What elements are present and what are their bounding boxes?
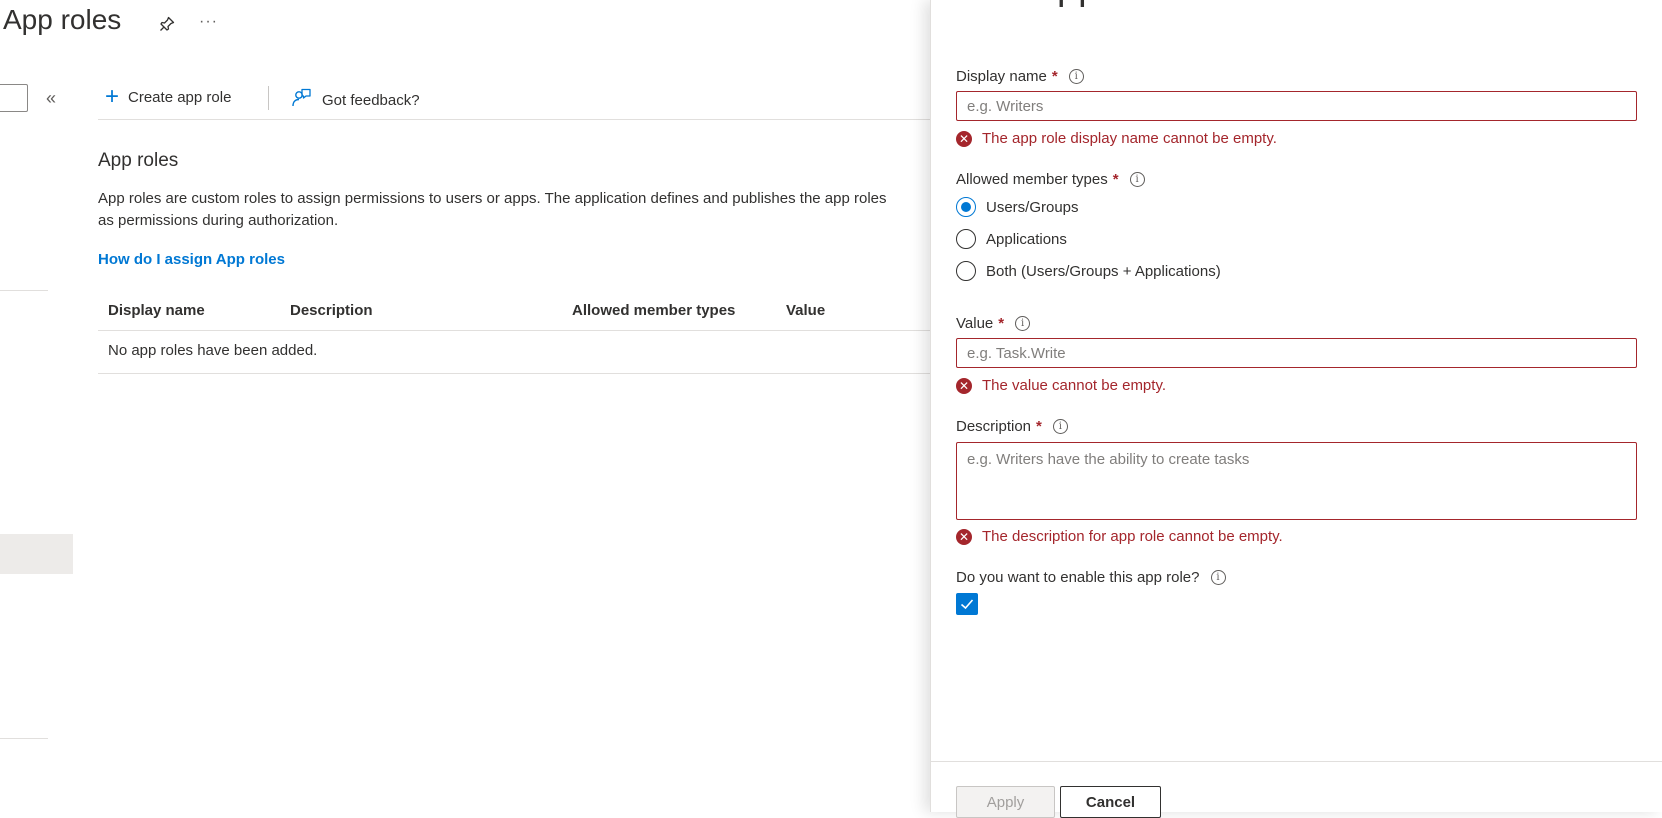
display-name-label-text: Display name — [956, 68, 1047, 85]
info-icon[interactable]: i — [1052, 419, 1068, 434]
description-textarea[interactable] — [956, 442, 1637, 520]
required-marker: * — [1051, 68, 1058, 85]
info-icon[interactable]: i — [1068, 69, 1084, 84]
column-header-value[interactable]: Value — [786, 302, 825, 319]
section-title: App roles — [98, 150, 179, 171]
column-header-display-name[interactable]: Display name — [108, 302, 205, 319]
value-label-text: Value — [956, 315, 994, 332]
footer-divider — [931, 761, 1662, 762]
section-description: App roles are custom roles to assign per… — [98, 188, 930, 232]
error-icon: ✕ — [956, 528, 972, 545]
radio-label: Users/Groups — [986, 198, 1079, 216]
create-app-role-label: Create app role — [128, 88, 232, 106]
command-bar-divider — [98, 119, 930, 120]
required-marker: * — [998, 315, 1005, 332]
value-error-text: The value cannot be empty. — [982, 377, 1166, 394]
display-name-error-text: The app role display name cannot be empt… — [982, 130, 1277, 147]
description-error: ✕ The description for app role cannot be… — [956, 528, 1283, 545]
radio-users-groups[interactable]: Users/Groups — [956, 197, 1079, 217]
required-marker: * — [1036, 418, 1042, 435]
display-name-error: ✕ The app role display name cannot be em… — [956, 130, 1277, 147]
plus-icon: + — [105, 83, 120, 110]
command-divider — [268, 86, 269, 110]
feedback-label: Got feedback? — [322, 91, 420, 109]
create-app-role-button[interactable]: + Create app role — [105, 83, 232, 110]
feedback-icon — [290, 87, 312, 113]
column-header-description[interactable]: Description — [290, 302, 373, 319]
pin-icon[interactable] — [158, 15, 176, 33]
description-label: Description * i — [956, 418, 1068, 435]
table-empty-message: No app roles have been added. — [108, 342, 318, 359]
info-icon[interactable]: i — [1210, 570, 1226, 585]
panel-title: pp — [1057, 0, 1099, 9]
enable-label: Do you want to enable this app role? i — [956, 569, 1226, 586]
search-input[interactable] — [0, 84, 28, 112]
apply-button[interactable]: Apply — [956, 786, 1055, 818]
nav-selected-item[interactable] — [0, 534, 73, 574]
description-error-text: The description for app role cannot be e… — [982, 528, 1283, 545]
radio-button[interactable] — [956, 229, 976, 249]
radio-button[interactable] — [956, 261, 976, 281]
value-label: Value * i — [956, 315, 1031, 332]
radio-label: Both (Users/Groups + Applications) — [986, 262, 1221, 280]
radio-applications[interactable]: Applications — [956, 229, 1067, 249]
description-line-2: as permissions during authorization. — [98, 212, 339, 229]
radio-label: Applications — [986, 230, 1067, 248]
value-error: ✕ The value cannot be empty. — [956, 377, 1166, 394]
info-icon[interactable]: i — [1015, 316, 1031, 331]
page-title: App roles — [3, 4, 122, 35]
radio-both[interactable]: Both (Users/Groups + Applications) — [956, 261, 1221, 281]
value-input[interactable] — [956, 338, 1637, 368]
table-header-divider — [98, 330, 930, 331]
description-label-text: Description — [956, 418, 1032, 435]
member-types-label: Allowed member types * i — [956, 171, 1145, 188]
enable-label-text: Do you want to enable this app role? — [956, 569, 1200, 586]
radio-button-checked[interactable] — [956, 197, 976, 217]
error-icon: ✕ — [956, 377, 972, 394]
display-name-input[interactable] — [956, 91, 1637, 121]
collapse-chevron-icon[interactable]: « — [46, 88, 56, 109]
enable-checkbox[interactable] — [956, 593, 978, 615]
nav-divider — [0, 290, 48, 291]
required-marker: * — [1112, 171, 1119, 188]
description-line-1: App roles are custom roles to assign per… — [98, 190, 887, 207]
display-name-label: Display name * i — [956, 68, 1084, 85]
cancel-button[interactable]: Cancel — [1060, 786, 1161, 818]
column-header-allowed-member-types[interactable]: Allowed member types — [572, 302, 735, 319]
member-types-label-text: Allowed member types — [956, 171, 1108, 188]
app-role-panel — [930, 0, 1662, 812]
nav-divider — [0, 738, 48, 739]
table-bottom-divider — [98, 373, 930, 374]
error-icon: ✕ — [956, 130, 972, 147]
feedback-button[interactable]: Got feedback? — [290, 87, 420, 113]
how-to-assign-link[interactable]: How do I assign App roles — [98, 251, 285, 268]
more-icon[interactable]: ··· — [199, 13, 218, 31]
info-icon[interactable]: i — [1129, 172, 1145, 187]
